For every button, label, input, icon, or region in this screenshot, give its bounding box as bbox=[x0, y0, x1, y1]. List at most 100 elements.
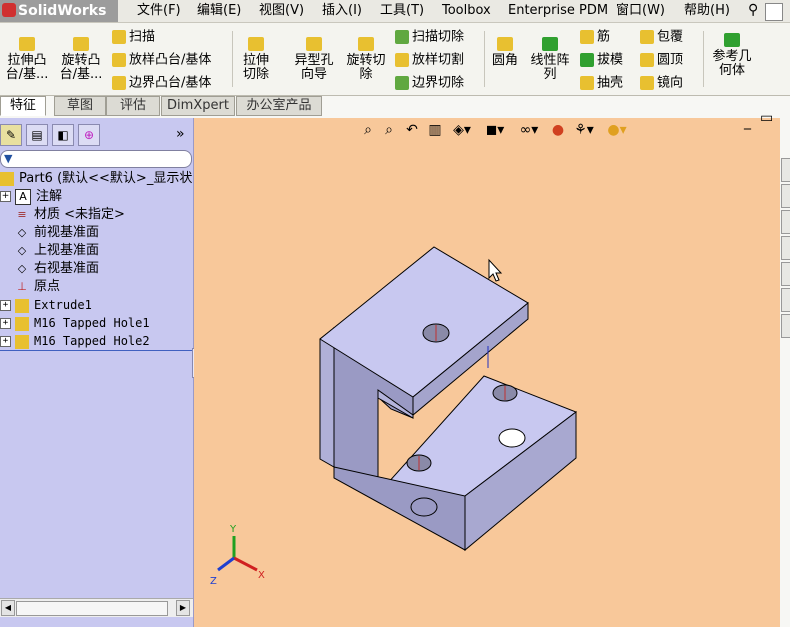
task-pane-tab[interactable] bbox=[781, 158, 790, 182]
fillet-button[interactable]: 圆角 bbox=[488, 37, 522, 68]
rib-icon bbox=[580, 30, 594, 44]
swept-cut-button[interactable]: 扫描切除 bbox=[395, 30, 464, 45]
feature-manager-tab-icon[interactable]: ✎ bbox=[0, 124, 22, 146]
reference-geometry-button[interactable]: 参考几何体 bbox=[708, 33, 756, 78]
task-pane-tab[interactable] bbox=[781, 314, 790, 338]
expand-icon[interactable]: + bbox=[0, 318, 11, 329]
wrap-icon bbox=[640, 30, 654, 44]
revolve-boss-button[interactable]: 旋转凸台/基... bbox=[57, 37, 105, 82]
menu-enterprise-pdm[interactable]: Enterprise PDM bbox=[508, 0, 608, 22]
plane-icon: ◇ bbox=[17, 243, 27, 257]
tree-item-front-plane[interactable]: ◇ 前视基准面 bbox=[15, 224, 99, 242]
wrap-button[interactable]: 包覆 bbox=[640, 30, 683, 45]
material-icon: ≡ bbox=[17, 207, 27, 221]
extrude-boss-button[interactable]: 拉伸凸台/基... bbox=[3, 37, 51, 82]
scroll-thumb[interactable] bbox=[16, 601, 168, 616]
task-pane-tab[interactable] bbox=[781, 210, 790, 234]
scroll-left-icon[interactable]: ◀ bbox=[1, 600, 15, 616]
sweep-button[interactable]: 扫描 bbox=[112, 30, 155, 45]
extrude-cut-button[interactable]: 拉伸切除 bbox=[238, 37, 274, 82]
shell-icon bbox=[580, 76, 594, 90]
tab-dimxpert[interactable]: DimXpert bbox=[161, 96, 235, 116]
reference-geometry-icon bbox=[724, 33, 740, 47]
tree-item-top-plane[interactable]: ◇ 上视基准面 bbox=[15, 242, 99, 260]
menu-tools[interactable]: 工具(T) bbox=[380, 0, 424, 22]
property-manager-tab-icon[interactable]: ▤ bbox=[26, 124, 48, 146]
annotations-icon: A bbox=[15, 188, 31, 205]
dome-icon bbox=[640, 53, 654, 67]
task-pane-tab[interactable] bbox=[781, 288, 790, 312]
lofted-cut-icon bbox=[395, 53, 409, 67]
menu-view[interactable]: 视图(V) bbox=[259, 0, 304, 22]
tree-item-origin[interactable]: ⊥ 原点 bbox=[15, 278, 60, 296]
tree-item-material[interactable]: ≡ 材质 <未指定> bbox=[15, 206, 125, 224]
lofted-cut-button[interactable]: 放样切割 bbox=[395, 53, 464, 68]
tree-item-tapped-hole1[interactable]: + M16 Tapped Hole1 bbox=[0, 314, 150, 332]
revolve-boss-icon bbox=[73, 37, 89, 51]
loft-boss-button[interactable]: 放样凸台/基体 bbox=[112, 53, 211, 68]
task-pane-tab[interactable] bbox=[781, 236, 790, 260]
pin-icon[interactable]: ⚲ bbox=[748, 2, 758, 18]
configuration-manager-tab-icon[interactable]: ◧ bbox=[52, 124, 74, 146]
menu-file[interactable]: 文件(F) bbox=[137, 0, 181, 22]
tab-features[interactable]: 特征 bbox=[0, 96, 46, 116]
hole-wizard-button[interactable]: 异型孔向导 bbox=[290, 37, 338, 82]
command-toolbar: 拉伸凸台/基... 旋转凸台/基... 扫描 放样凸台/基体 边界凸台/基体 拉… bbox=[0, 23, 790, 96]
revolve-cut-button[interactable]: 旋转切除 bbox=[342, 37, 390, 82]
boundary-cut-button[interactable]: 边界切除 bbox=[395, 76, 464, 91]
dimxpert-manager-tab-icon[interactable]: ⊕ bbox=[78, 124, 100, 146]
rib-button[interactable]: 筋 bbox=[580, 30, 610, 45]
rollback-bar[interactable] bbox=[0, 350, 193, 351]
boundary-cut-icon bbox=[395, 76, 409, 90]
mouse-cursor-icon bbox=[488, 258, 503, 282]
draft-button[interactable]: 拔模 bbox=[580, 53, 623, 68]
through-hole-front[interactable] bbox=[410, 497, 438, 517]
task-pane-tab[interactable] bbox=[781, 184, 790, 208]
boundary-boss-button[interactable]: 边界凸台/基体 bbox=[112, 76, 211, 91]
tab-office-products[interactable]: 办公室产品 bbox=[236, 96, 322, 116]
menu-window[interactable]: 窗口(W) bbox=[616, 0, 665, 22]
expand-icon[interactable]: + bbox=[0, 300, 11, 311]
menu-edit[interactable]: 编辑(E) bbox=[197, 0, 241, 22]
expand-icon[interactable]: + bbox=[0, 336, 11, 347]
expand-panel-icon[interactable]: » bbox=[176, 124, 185, 144]
horizontal-scrollbar[interactable]: ◀ ▶ bbox=[0, 598, 193, 617]
tree-item-annotations[interactable]: + A 注解 bbox=[0, 188, 62, 206]
task-pane-tab[interactable] bbox=[781, 262, 790, 286]
feature-filter-input[interactable]: ▼ bbox=[0, 150, 192, 168]
draft-icon bbox=[580, 53, 594, 67]
mirror-icon bbox=[640, 76, 654, 90]
menu-help[interactable]: 帮助(H) bbox=[684, 0, 730, 22]
hole-sketch-point[interactable] bbox=[498, 428, 526, 448]
tab-sketch[interactable]: 草图 bbox=[54, 96, 106, 116]
expand-icon[interactable]: + bbox=[0, 191, 11, 202]
revolve-cut-icon bbox=[358, 37, 374, 51]
swept-cut-icon bbox=[395, 30, 409, 44]
menu-toolbox[interactable]: Toolbox bbox=[442, 0, 491, 22]
solidworks-icon bbox=[2, 3, 16, 17]
tree-item-right-plane[interactable]: ◇ 右视基准面 bbox=[15, 260, 99, 278]
hole-wizard-icon bbox=[306, 37, 322, 51]
triad-x-axis bbox=[233, 556, 258, 572]
panel-tabs: ✎ ▤ ◧ ⊕ » bbox=[0, 124, 193, 146]
dome-button[interactable]: 圆顶 bbox=[640, 53, 683, 68]
model-canvas[interactable]: Y X Z bbox=[194, 118, 780, 627]
plane-icon: ◇ bbox=[17, 261, 27, 275]
tree-item-tapped-hole2[interactable]: + M16 Tapped Hole2 bbox=[0, 332, 150, 350]
menu-insert[interactable]: 插入(I) bbox=[322, 0, 362, 22]
scroll-right-icon[interactable]: ▶ bbox=[176, 600, 190, 616]
graphics-viewport[interactable]: ⌕ ⌕ ↶ ▥ ◈▾ ◼▾ ∞▾ ● ⚘▾ ●▾ _ ▭ Y X Z bbox=[194, 110, 780, 627]
filter-icon: ▼ bbox=[4, 152, 13, 165]
window-control-icon[interactable] bbox=[765, 3, 783, 21]
tree-part-root[interactable]: Part6 (默认<<默认>_显示状 bbox=[0, 170, 192, 188]
model-face bbox=[319, 326, 335, 468]
linear-pattern-icon bbox=[542, 37, 558, 51]
hole-feature-icon bbox=[15, 334, 29, 349]
shell-button[interactable]: 抽壳 bbox=[580, 76, 623, 91]
mirror-button[interactable]: 镜向 bbox=[640, 76, 683, 91]
triad-x-label: X bbox=[258, 570, 265, 581]
tree-item-extrude1[interactable]: + Extrude1 bbox=[0, 296, 92, 314]
linear-pattern-button[interactable]: 线性阵列 bbox=[526, 37, 574, 82]
origin-icon: ⊥ bbox=[17, 279, 27, 293]
tab-evaluate[interactable]: 评估 bbox=[106, 96, 160, 116]
